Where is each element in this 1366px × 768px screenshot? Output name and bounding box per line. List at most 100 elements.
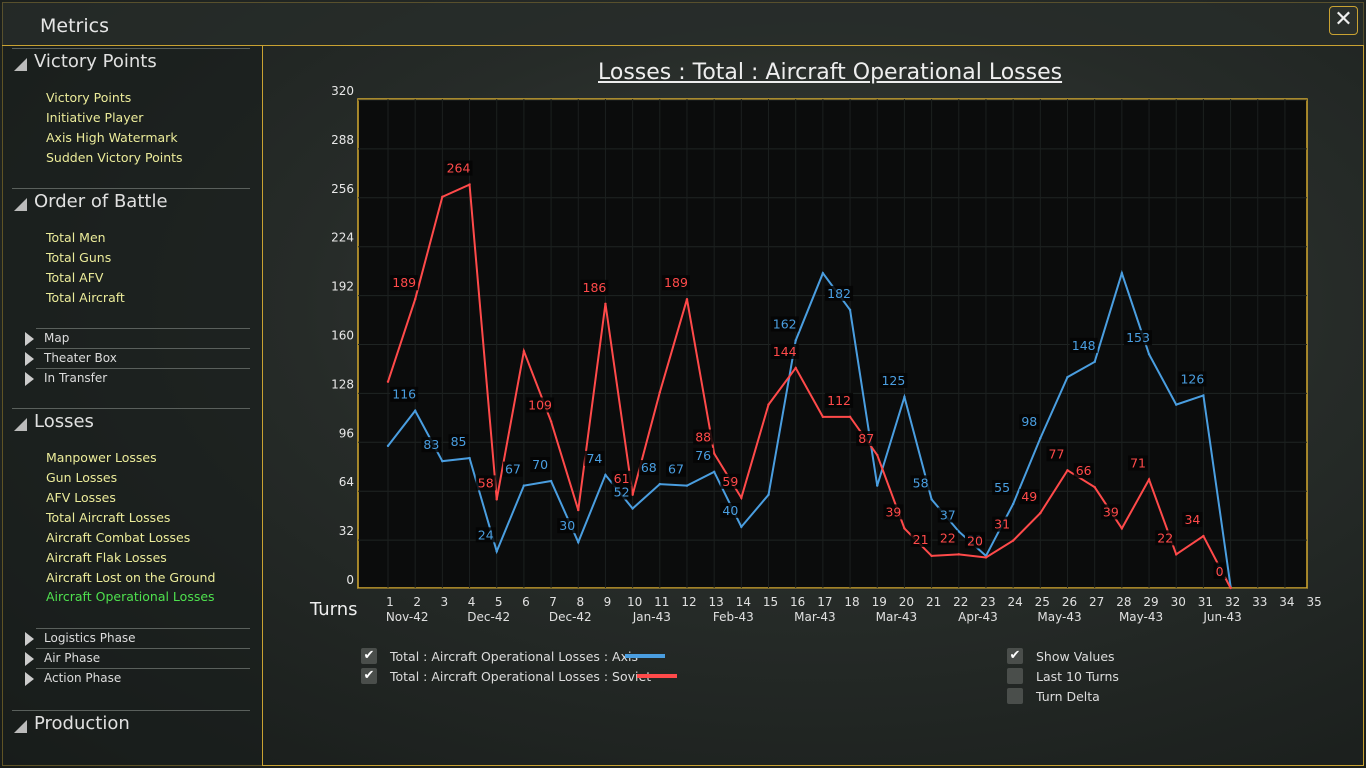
data-label: 182 (827, 286, 851, 301)
data-point (712, 452, 716, 455)
data-point (577, 508, 580, 512)
data-label: 87 (858, 431, 874, 446)
x-tick-label: 24 (1007, 595, 1022, 609)
data-point (685, 484, 689, 487)
data-point (903, 527, 906, 530)
x-tick-label: 4 (468, 595, 476, 609)
data-point (984, 556, 988, 559)
x-tick-label: 20 (899, 595, 914, 609)
data-label: 40 (722, 503, 738, 518)
x-tick-label: 8 (576, 595, 584, 609)
show-values-checkbox[interactable]: ✔ (1007, 648, 1023, 664)
y-tick-label: 288 (331, 133, 354, 147)
data-point (658, 391, 661, 394)
x-date-label: Feb-43 (713, 610, 754, 624)
data-point (522, 484, 526, 487)
data-point (631, 493, 634, 496)
turn-delta-label: Turn Delta (1036, 689, 1100, 704)
y-tick-label: 128 (331, 377, 354, 391)
data-point (740, 496, 743, 500)
data-label: 189 (392, 275, 416, 290)
show-values-label: Show Values (1036, 649, 1115, 664)
data-point (604, 473, 607, 477)
data-label: 67 (668, 462, 684, 477)
data-label: 52 (614, 485, 630, 500)
data-point (1120, 272, 1124, 275)
data-point (386, 444, 390, 448)
x-tick-label: 29 (1143, 595, 1158, 609)
x-tick-label: 5 (495, 595, 503, 609)
data-label: 98 (1021, 414, 1037, 429)
data-point (1147, 352, 1151, 356)
data-point (631, 507, 634, 510)
x-tick-label: 32 (1225, 595, 1240, 609)
x-date-label: Jun-43 (1202, 610, 1241, 624)
x-tick-label: 1 (386, 595, 394, 609)
data-label: 153 (1126, 330, 1150, 345)
x-tick-label: 12 (681, 595, 696, 609)
data-label: 74 (586, 451, 602, 466)
data-point (468, 456, 471, 460)
x-date-label: Apr-43 (958, 610, 998, 624)
plot-area (357, 98, 1308, 589)
data-point (1175, 553, 1178, 556)
legend-label-axis: Total : Aircraft Operational Losses : Ax… (390, 649, 638, 664)
data-label: 61 (614, 471, 630, 486)
data-point (386, 380, 390, 383)
x-tick-label: 10 (627, 595, 642, 609)
data-point (903, 395, 906, 399)
data-point (413, 297, 417, 301)
last-10-turns-label: Last 10 Turns (1036, 669, 1119, 684)
data-point (577, 540, 580, 544)
x-tick-label: 25 (1035, 595, 1050, 609)
data-label: 189 (664, 275, 688, 290)
x-date-label: May-43 (1119, 610, 1163, 624)
data-point (1120, 527, 1124, 530)
x-tick-label: 6 (522, 595, 530, 609)
x-tick-label: 34 (1279, 595, 1294, 609)
x-tick-label: 2 (413, 595, 421, 609)
data-point (1147, 478, 1151, 481)
legend-checkbox-soviet[interactable]: ✔ (361, 668, 377, 684)
data-point (876, 484, 879, 487)
data-label: 31 (994, 517, 1010, 532)
legend-checkbox-axis[interactable]: ✔ (361, 648, 377, 664)
data-label: 186 (583, 280, 607, 295)
data-label: 21 (913, 532, 929, 547)
data-label: 22 (940, 530, 956, 545)
data-point (1039, 511, 1042, 515)
data-label: 109 (528, 397, 552, 412)
x-tick-label: 22 (953, 595, 968, 609)
x-tick-label: 9 (604, 595, 612, 609)
data-point (930, 498, 933, 501)
data-label: 39 (1103, 504, 1119, 519)
data-label: 70 (532, 457, 548, 472)
data-label: 83 (423, 437, 439, 452)
data-label: 59 (722, 474, 738, 489)
data-point (1093, 485, 1096, 489)
data-point (468, 183, 471, 186)
y-tick-label: 96 (339, 426, 354, 440)
x-tick-label: 30 (1171, 595, 1186, 609)
data-point (876, 453, 879, 457)
data-point (1229, 586, 1232, 590)
data-point (1011, 539, 1015, 542)
last-10-turns-checkbox[interactable] (1007, 668, 1023, 684)
x-tick-label: 28 (1116, 595, 1131, 609)
data-label: 71 (1130, 456, 1146, 471)
data-label: 55 (994, 480, 1010, 495)
data-point (1202, 534, 1205, 538)
data-label: 30 (559, 518, 575, 533)
data-label: 39 (885, 504, 901, 519)
data-label: 58 (478, 475, 494, 490)
legend-swatch-soviet (637, 674, 677, 678)
data-point (712, 470, 716, 474)
data-point (821, 272, 825, 275)
data-point (1011, 502, 1015, 506)
data-label: 76 (695, 448, 711, 463)
data-label: 144 (773, 344, 797, 359)
turn-delta-checkbox[interactable] (1007, 688, 1023, 704)
x-tick-label: 35 (1306, 595, 1321, 609)
data-label: 85 (451, 434, 467, 449)
data-label: 116 (392, 387, 416, 402)
